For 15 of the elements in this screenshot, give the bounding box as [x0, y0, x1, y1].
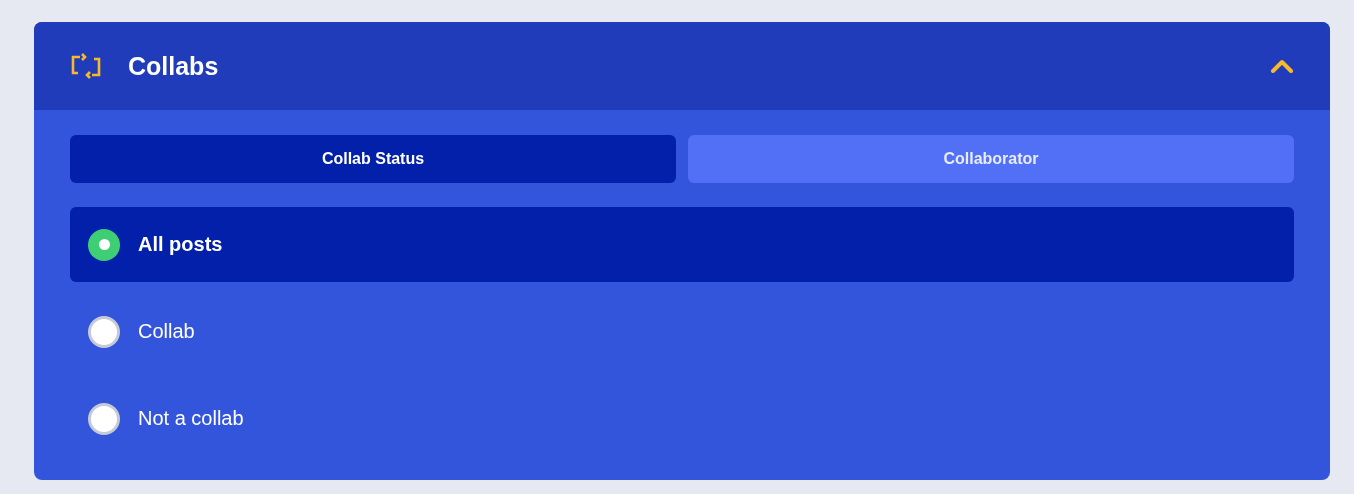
- tab[interactable]: Collab Status: [70, 135, 676, 183]
- panel-header[interactable]: Collabs: [34, 22, 1330, 110]
- tab[interactable]: Collaborator: [688, 135, 1294, 183]
- radio-button[interactable]: [88, 402, 120, 435]
- radio-option[interactable]: All posts: [70, 207, 1294, 282]
- chevron-icon[interactable]: [1270, 59, 1294, 73]
- option-label: All posts: [138, 233, 223, 256]
- radio-button[interactable]: [88, 228, 120, 261]
- radio-option[interactable]: Collab: [70, 294, 1294, 369]
- radio-button[interactable]: [88, 315, 120, 348]
- option-label: Not a collab: [138, 407, 244, 430]
- panel-title: Collabs: [128, 51, 220, 81]
- swap-icon: [70, 51, 102, 81]
- option-label: Collab: [138, 320, 195, 343]
- radio-option[interactable]: Not a collab: [70, 381, 1294, 456]
